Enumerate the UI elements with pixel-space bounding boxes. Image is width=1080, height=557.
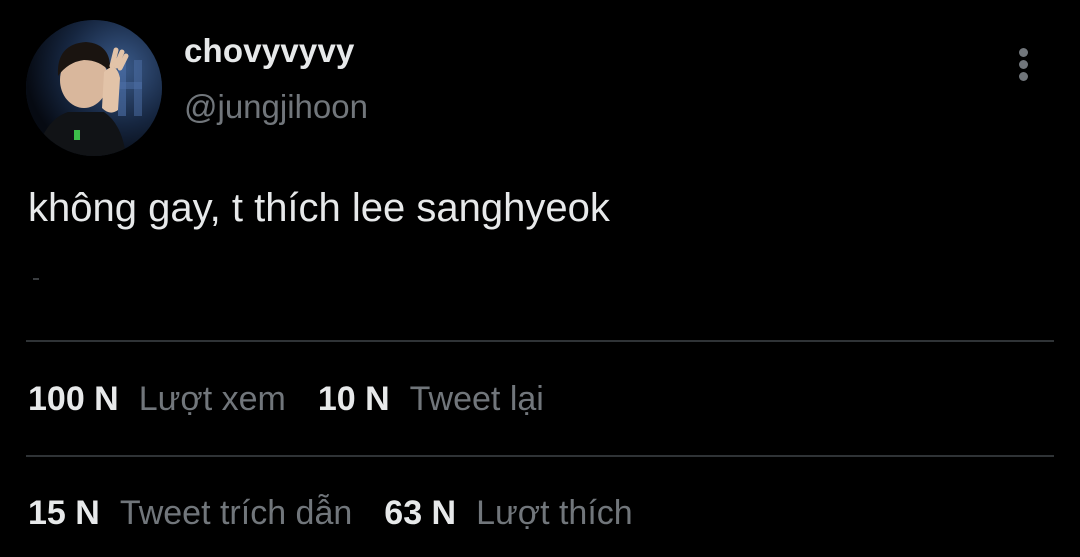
avatar[interactable] xyxy=(26,20,162,156)
tweet-detail: chovyvyvy @jungjihoon không gay, t thích… xyxy=(0,0,1080,557)
retweets-label: Tweet lại xyxy=(409,380,544,418)
stats-row-primary: 100 N Lượt xem 10 N Tweet lại xyxy=(28,380,576,424)
retweets-count: 10 N xyxy=(317,380,390,418)
likes-label: Lượt thích xyxy=(476,494,633,532)
views-count: 100 N xyxy=(28,380,119,418)
stat-views[interactable]: 100 N Lượt xem xyxy=(28,380,286,419)
stat-retweets[interactable]: 10 N Tweet lại xyxy=(318,380,544,419)
stat-quote-tweets[interactable]: 15 N Tweet trích dẫn xyxy=(28,494,352,533)
divider xyxy=(26,455,1054,457)
stat-likes[interactable]: 63 N Lượt thích xyxy=(384,494,632,533)
quote-tweets-count: 15 N xyxy=(28,494,100,532)
likes-count: 63 N xyxy=(384,494,457,532)
tweet-text: không gay, t thích lee sanghyeok xyxy=(28,186,610,230)
divider xyxy=(26,340,1054,342)
avatar-photo xyxy=(26,20,162,156)
user-handle[interactable]: @jungjihoon xyxy=(184,88,368,126)
views-label: Lượt xem xyxy=(138,380,286,418)
decorative-mark xyxy=(33,278,39,280)
display-name[interactable]: chovyvyvy xyxy=(184,32,355,70)
quote-tweets-label: Tweet trích dẫn xyxy=(119,494,353,532)
stats-row-secondary: 15 N Tweet trích dẫn 63 N Lượt thích xyxy=(28,494,665,538)
more-options-button[interactable] xyxy=(1004,44,1044,84)
